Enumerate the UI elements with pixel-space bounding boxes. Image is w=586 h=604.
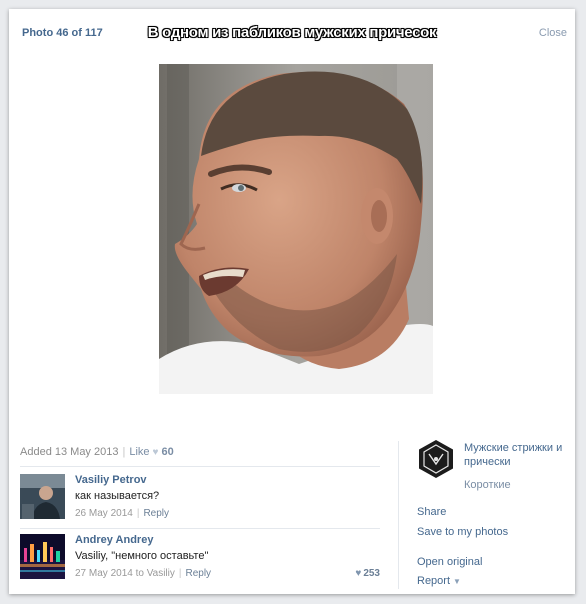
- share-button[interactable]: Share: [417, 506, 446, 518]
- comment-text: как называется?: [75, 490, 160, 502]
- open-original-button[interactable]: Open original: [417, 556, 482, 568]
- photo-info-line: Added 13 May 2013 | Like ♥ 60: [20, 446, 174, 458]
- portrait-image: [159, 64, 433, 394]
- comment-author[interactable]: Vasiliy Petrov: [75, 474, 147, 486]
- group-logo-icon[interactable]: [417, 439, 455, 479]
- comment-text: Vasiliy, "немного оставьте": [75, 550, 209, 562]
- divider: [20, 528, 380, 529]
- comment-footer: 26 May 2014 | Reply: [75, 508, 169, 519]
- chevron-down-icon: ▼: [453, 577, 461, 586]
- added-date: Added 13 May 2013: [20, 446, 119, 458]
- report-menu[interactable]: Report ▼: [417, 575, 461, 587]
- likes-count[interactable]: 60: [161, 446, 173, 458]
- photo-viewer-panel: Photo 46 of 117 В одном из пабликов мужс…: [9, 9, 575, 594]
- photo-caption-overlay: В одном из пабликов мужских причесок: [147, 24, 437, 41]
- divider: [20, 466, 380, 467]
- comment-footer: 27 May 2014 to Vasiliy | Reply: [75, 568, 211, 579]
- comment-date[interactable]: 26 May 2014: [75, 508, 133, 519]
- heart-icon[interactable]: ♥: [153, 447, 159, 458]
- comment-item: Vasiliy Petrov как называется? 26 May 20…: [20, 474, 380, 522]
- report-label: Report: [417, 575, 451, 587]
- group-name[interactable]: Мужские стрижки и прически: [464, 441, 562, 469]
- album-link[interactable]: Короткие: [464, 479, 511, 491]
- reply-button[interactable]: Reply: [143, 508, 169, 519]
- comment-author[interactable]: Andrey Andrey: [75, 534, 153, 546]
- comment-item: Andrey Andrey Vasiliy, "немного оставьте…: [20, 534, 380, 582]
- comment-date[interactable]: 27 May 2014 to Vasiliy: [75, 568, 175, 579]
- comment-likes-count: 253: [363, 568, 380, 579]
- main-photo[interactable]: [159, 64, 433, 394]
- like-button[interactable]: Like: [129, 446, 149, 458]
- commenter-avatar[interactable]: [20, 474, 65, 519]
- reply-button[interactable]: Reply: [185, 568, 211, 579]
- save-to-photos-button[interactable]: Save to my photos: [417, 526, 508, 538]
- commenter-avatar[interactable]: [20, 534, 65, 579]
- separator: |: [136, 508, 140, 519]
- close-button[interactable]: Close: [539, 27, 567, 39]
- sidebar-divider: [398, 441, 399, 589]
- comment-likes[interactable]: ♥ 253: [355, 568, 380, 579]
- separator: |: [122, 446, 126, 458]
- heart-icon: ♥: [355, 568, 362, 579]
- separator: |: [178, 568, 182, 579]
